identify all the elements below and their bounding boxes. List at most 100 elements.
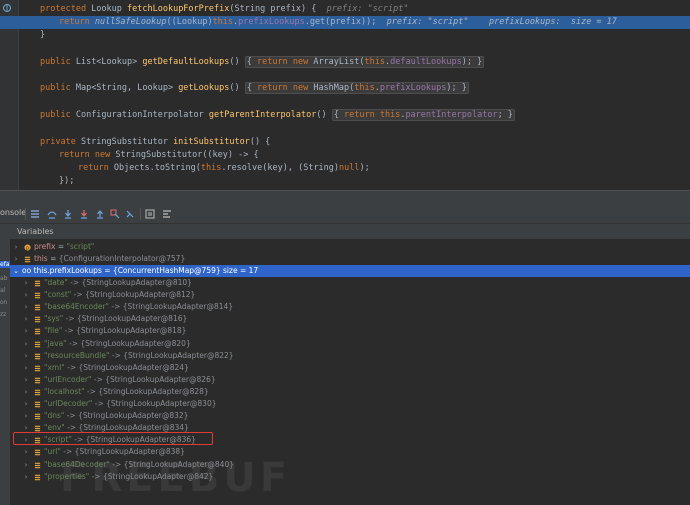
code-token: Objects.toString( [108,163,201,173]
map-entry-row[interactable]: › "xml" -> {StringLookupAdapter@824} [10,362,690,374]
equals-sign: = [47,254,59,263]
expand-arrow-icon[interactable]: › [22,446,30,458]
code-token: return [59,17,90,27]
folded-code-region[interactable]: { return new ArrayList(this.defaultLooku… [244,56,485,68]
entry-value: -> {StringLookupAdapter@830} [92,399,217,408]
map-entry-row[interactable]: › "file" -> {StringLookupAdapter@818} [10,325,690,337]
map-entry-row[interactable]: › "java" -> {StringLookupAdapter@820} [10,338,690,350]
code-token: () { [249,137,271,147]
code-token: public [40,83,71,93]
list-icon[interactable] [30,209,40,219]
entry-key: "urlDecoder" [44,399,93,408]
map-entry-row[interactable]: › "dns" -> {StringLookupAdapter@832} [10,410,690,422]
map-entry-row[interactable]: › "sys" -> {StringLookupAdapter@816} [10,313,690,325]
code-line-7: private StringSubstitutor initSubstituto… [0,136,690,149]
map-entry-row[interactable]: › "localhost" -> {StringLookupAdapter@828… [10,386,690,398]
map-entry-row[interactable]: › "const" -> {StringLookupAdapter@812} [10,289,690,301]
expand-arrow-icon[interactable]: › [22,410,30,422]
code-token: getDefaultLookups [142,57,230,67]
variable-value: {ConfigurationInterpolator@757} [58,254,186,263]
code-token: nullSafeLookup [94,17,167,27]
expand-arrow-icon[interactable]: › [22,459,30,471]
expand-arrow-icon[interactable]: › [12,241,20,253]
entry-value: -> {StringLookupAdapter@828} [84,386,209,396]
code-token: return [78,163,109,173]
code-token: new [292,57,309,67]
variable-row-this[interactable]: › this = {ConfigurationInterpolator@757} [10,253,690,265]
watermark-logo: FREEBUF [60,455,292,501]
console-tab[interactable]: onsole [0,208,26,217]
expand-arrow-icon[interactable]: › [22,386,30,398]
evaluate-expression-icon[interactable] [145,209,155,219]
entry-value: -> {StringLookupAdapter@810} [67,278,192,287]
collapse-arrow-icon[interactable]: ⌄ [12,265,20,277]
expand-arrow-icon[interactable]: › [22,350,30,362]
frames-panel-edge[interactable]: efa ab al on zz [0,239,10,505]
code-token: StringSubstitutor((key) -> { [110,150,259,160]
run-to-cursor-icon[interactable] [125,209,135,219]
equals-sign: = [55,242,67,251]
frame-label[interactable]: zz [0,311,6,318]
code-token: prefixLookups [238,17,305,27]
code-token: ArrayList( [308,57,365,67]
expand-arrow-icon[interactable]: › [22,277,30,289]
step-over-icon[interactable] [47,209,57,219]
map-entry-row[interactable]: › "date" -> {StringLookupAdapter@810} [10,277,690,289]
map-entry-icon [34,365,41,371]
variables-header: Variables [0,224,690,240]
entry-key: "resourceBundle" [44,350,110,360]
code-editor[interactable]: protected Lookup fetchLookupForPrefix(St… [0,0,690,190]
step-out-icon[interactable] [95,209,105,219]
code-token: fetchLookupForPrefix [127,4,230,14]
entry-value: -> {StringLookupAdapter@822} [109,350,234,360]
code-token: new [292,83,309,93]
expand-arrow-icon[interactable]: › [22,338,30,350]
expand-arrow-icon[interactable]: › [22,301,30,313]
step-into-icon[interactable] [63,209,73,219]
frame-label[interactable]: ab [0,275,8,282]
expand-arrow-icon[interactable]: › [22,289,30,301]
code-line-10: }); [0,175,690,188]
variable-row-prefix-lookups[interactable]: ⌄ oo this.prefixLookups = {ConcurrentHas… [10,265,690,277]
code-token: ; } [497,110,513,120]
folded-code-region[interactable]: { return new HashMap(this.prefixLookups)… [244,82,469,94]
frame-label[interactable]: efa [0,261,10,268]
expand-arrow-icon[interactable]: › [22,313,30,325]
map-entry-icon [34,353,41,359]
expand-arrow-icon[interactable]: › [22,374,30,386]
panel-splitter[interactable] [0,190,690,206]
trace-icon[interactable] [162,209,172,219]
field-list-icon [24,256,31,263]
variable-row-prefix[interactable]: › p prefix = "script" [10,241,690,253]
map-entry-row[interactable]: › "base64Encoder" -> {StringLookupAdapter… [10,301,690,313]
expand-arrow-icon[interactable]: › [22,362,30,374]
map-entry-icon [34,292,41,299]
code-line-2-execution-point: return nullSafeLookup((Lookup)this.prefi… [0,16,690,29]
folded-code-region[interactable]: { return this.parentInterpolator; } [331,109,515,121]
expand-arrow-icon[interactable]: › [12,253,20,265]
entry-value: -> {StringLookupAdapter@818} [62,326,187,336]
expand-arrow-icon[interactable]: › [22,325,30,337]
frame-label[interactable]: al [0,287,5,294]
code-line-4: public List<Lookup> getDefaultLookups() … [0,56,690,69]
code-token: List<Lookup> [70,57,143,67]
map-entry-row[interactable]: › "urlDecoder" -> {StringLookupAdapter@83… [10,398,690,410]
code-token: HashMap( [308,83,355,93]
frame-label[interactable]: on [0,299,7,306]
code-token: return [343,110,375,120]
code-token: ConfigurationInterpolator [70,110,209,120]
toolbar-separator [25,208,26,220]
code-token: () [229,57,240,67]
map-entry-icon [34,280,41,287]
expand-arrow-icon[interactable]: › [22,471,30,483]
watch-icon: oo [22,266,34,275]
variable-name: this [34,254,48,263]
code-token: protected [40,4,87,14]
force-step-into-icon[interactable] [79,209,89,219]
expand-arrow-icon[interactable]: › [22,398,30,410]
map-entry-row[interactable]: › "resourceBundle" -> {StringLookupAdapte… [10,350,690,362]
entry-key: "xml" [44,362,65,372]
code-token: new [94,150,111,160]
drop-frame-icon[interactable] [110,209,120,219]
map-entry-row[interactable]: › "urlEncoder" -> {StringLookupAdapter@82… [10,374,690,386]
